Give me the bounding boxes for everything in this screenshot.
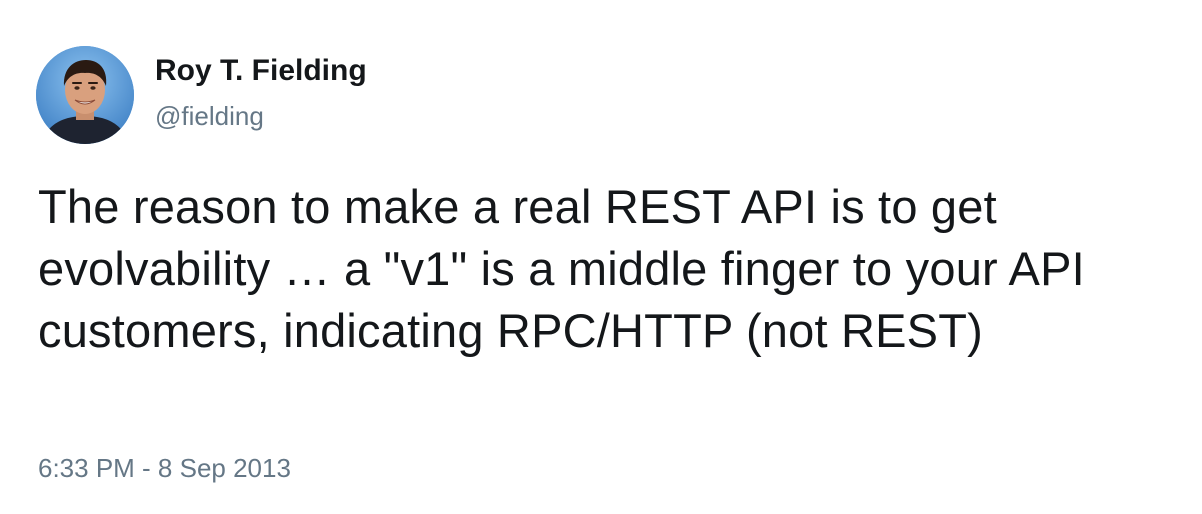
author-name[interactable]: Roy T. Fielding — [155, 52, 367, 90]
tweet-card: Roy T. Fielding @fielding The reason to … — [0, 0, 1202, 514]
avatar-portrait-image — [36, 46, 134, 144]
tweet-text: The reason to make a real REST API is to… — [38, 180, 1085, 357]
tweet-timestamp[interactable]: 6:33 PM - 8 Sep 2013 — [38, 452, 291, 484]
avatar[interactable] — [36, 46, 134, 144]
author-handle[interactable]: @fielding — [155, 100, 264, 132]
